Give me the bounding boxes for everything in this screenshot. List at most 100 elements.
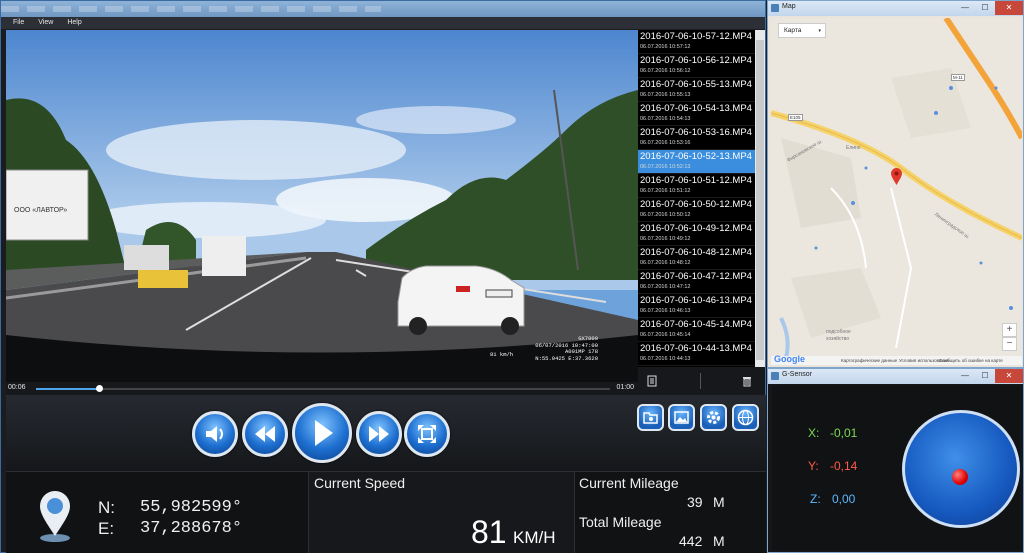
gps-panel: N: 55,982599° E: 37,288678°	[6, 471, 308, 553]
total-mileage-value: 442	[679, 533, 703, 549]
speed-label: Current Speed	[314, 475, 406, 491]
gsensor-panel: X: -0,01 Y: -0,14 Z: 0,00	[772, 386, 1020, 550]
current-mileage-label: Current Mileage	[579, 475, 679, 491]
video-frame[interactable]: ООО «ЛАВТОР» GX7000 06/07/2016 10:47:00 …	[6, 30, 638, 382]
file-list-item[interactable]: 2016-07-06-10-55-13.MP4 06.07.2016 10:55:…	[638, 78, 755, 102]
total-mileage-label: Total Mileage	[579, 514, 662, 530]
file-date: 06.07.2016 10:49:12	[640, 236, 691, 242]
gear-icon	[707, 411, 720, 424]
file-list-item[interactable]: 2016-07-06-10-44-13.MP4 06.07.2016 10:44:…	[638, 342, 755, 366]
file-name: 2016-07-06-10-48-12.MP4	[640, 247, 752, 258]
gsensor-minimize-button[interactable]: —	[955, 369, 975, 383]
dropdown-arrow-icon: ▾	[818, 28, 821, 34]
file-list-item[interactable]: 2016-07-06-10-56-12.MP4 06.07.2016 10:56:…	[638, 54, 755, 78]
location-pin-icon	[40, 491, 70, 542]
map-window-title: Map	[782, 3, 796, 10]
file-list-item[interactable]: 2016-07-06-10-47-12.MP4 06.07.2016 10:47:…	[638, 270, 755, 294]
map-label-farm-1: подсобное	[826, 329, 851, 335]
file-date: 06.07.2016 10:51:12	[640, 188, 691, 194]
gps-e-value: 37,288678°	[140, 519, 243, 538]
open-folder-button[interactable]	[637, 404, 664, 431]
rewind-icon	[255, 426, 275, 442]
file-list-toolbar	[638, 367, 765, 395]
file-list-item[interactable]: 2016-07-06-10-46-13.MP4 06.07.2016 10:46:…	[638, 294, 755, 318]
close-button[interactable]: ✕	[995, 1, 1023, 15]
minimize-button[interactable]: —	[955, 1, 975, 15]
file-list-item[interactable]: 2016-07-06-10-48-12.MP4 06.07.2016 10:48:…	[638, 246, 755, 270]
map-window: Map — ☐ ✕ M-11 E105 Елино Фирсановское ш…	[767, 0, 1024, 368]
file-list-item[interactable]: 2016-07-06-10-53-16.MP4 06.07.2016 10:53:…	[638, 126, 755, 150]
speed-value: 81	[471, 514, 507, 550]
file-name: 2016-07-06-10-52-13.MP4	[640, 151, 752, 162]
menu-bar: File View Help	[1, 17, 765, 29]
seek-bar[interactable]	[36, 385, 610, 392]
speed-unit: KM/H	[513, 528, 556, 547]
axis-z-value: 0,00	[832, 492, 856, 506]
menu-file[interactable]: File	[13, 17, 24, 29]
gsensor-maximize-button[interactable]: ☐	[975, 369, 995, 383]
file-date: 06.07.2016 10:46:13	[640, 308, 691, 314]
play-button[interactable]	[292, 403, 352, 463]
svg-text:ООО «ЛАВТОР»: ООО «ЛАВТОР»	[14, 207, 67, 214]
file-list-item[interactable]: 2016-07-06-10-51-12.MP4 06.07.2016 10:51:…	[638, 174, 755, 198]
file-list-item[interactable]: 2016-07-06-10-57-12.MP4 06.07.2016 10:57:…	[638, 30, 755, 54]
file-date: 06.07.2016 10:56:12	[640, 68, 691, 74]
player-titlebar[interactable]	[1, 1, 765, 17]
file-list-item[interactable]: 2016-07-06-10-54-13.MP4 06.07.2016 10:54:…	[638, 102, 755, 126]
file-date: 06.07.2016 10:54:13	[640, 116, 691, 122]
google-logo: Google	[774, 354, 805, 364]
app-root: File View Help ООО «ЛАВТОР» GX7000 06/07…	[0, 0, 1024, 553]
toolbar-divider	[700, 373, 701, 389]
menu-view[interactable]: View	[38, 17, 53, 29]
video-overlay-info: GX7000 06/07/2016 10:47:00 A001MP 178 N:…	[506, 335, 598, 362]
file-list-item[interactable]: 2016-07-06-10-50-12.MP4 06.07.2016 10:50:…	[638, 198, 755, 222]
file-list-item[interactable]: 2016-07-06-10-49-12.MP4 06.07.2016 10:49:…	[638, 222, 755, 246]
map-view[interactable]: M-11 E105 Елино Фирсановское ш. Ленингра…	[771, 18, 1022, 365]
file-date: 06.07.2016 10:53:16	[640, 140, 691, 146]
file-list-item[interactable]: 2016-07-06-10-52-13.MP4 06.07.2016 10:52:…	[638, 150, 755, 174]
gsensor-indicator-dot	[951, 469, 968, 486]
fullscreen-icon	[418, 425, 436, 443]
map-window-icon	[771, 4, 779, 12]
fullscreen-button[interactable]	[404, 411, 450, 457]
fast-forward-button[interactable]	[356, 411, 402, 457]
speed-panel: Current Speed 81 KM/H	[308, 471, 574, 553]
seek-handle[interactable]	[96, 385, 104, 392]
file-list-icon[interactable]	[646, 375, 658, 387]
scroll-thumb[interactable]	[756, 40, 764, 360]
map-label-village: Елино	[846, 145, 861, 151]
zoom-in-button[interactable]: +	[1002, 323, 1017, 337]
road-badge-m11: M-11	[951, 74, 965, 81]
snapshot-button[interactable]	[668, 404, 695, 431]
file-name: 2016-07-06-10-57-12.MP4	[640, 31, 752, 42]
file-date: 06.07.2016 10:47:12	[640, 284, 691, 290]
menu-help[interactable]: Help	[67, 17, 81, 29]
gsensor-titlebar[interactable]: G-Sensor — ☐ ✕	[768, 369, 1023, 384]
settings-button[interactable]	[700, 404, 727, 431]
map-type-select[interactable]: Карта ▾	[778, 23, 826, 38]
file-name: 2016-07-06-10-53-16.MP4	[640, 127, 752, 138]
file-list-item[interactable]: 2016-07-06-10-45-14.MP4 06.07.2016 10:45:…	[638, 318, 755, 342]
player-window: File View Help ООО «ЛАВТОР» GX7000 06/07…	[0, 0, 766, 553]
speaker-icon	[206, 426, 223, 442]
rewind-button[interactable]	[242, 411, 288, 457]
gsensor-close-button[interactable]: ✕	[995, 369, 1023, 383]
road-badge-e105: E105	[788, 114, 803, 121]
file-date: 06.07.2016 10:48:12	[640, 260, 691, 266]
file-date: 06.07.2016 10:55:13	[640, 92, 691, 98]
axis-y-label: Y:	[808, 459, 819, 473]
maximize-button[interactable]: ☐	[975, 1, 995, 15]
trash-icon[interactable]	[741, 375, 753, 387]
file-list-scrollbar[interactable]	[755, 30, 765, 367]
map-report-link[interactable]: Сообщить об ошибке на карте	[939, 356, 1003, 365]
file-name: 2016-07-06-10-49-12.MP4	[640, 223, 752, 234]
map-titlebar[interactable]: Map — ☐ ✕	[768, 1, 1023, 16]
volume-button[interactable]	[192, 411, 238, 457]
language-button[interactable]	[732, 404, 759, 431]
play-icon	[315, 420, 333, 446]
file-date: 06.07.2016 10:44:13	[640, 356, 691, 362]
current-mileage-value: 39	[687, 494, 703, 510]
axis-y-value: -0,14	[830, 459, 858, 473]
map-marker-icon[interactable]	[891, 168, 902, 186]
zoom-out-button[interactable]: −	[1002, 337, 1017, 351]
